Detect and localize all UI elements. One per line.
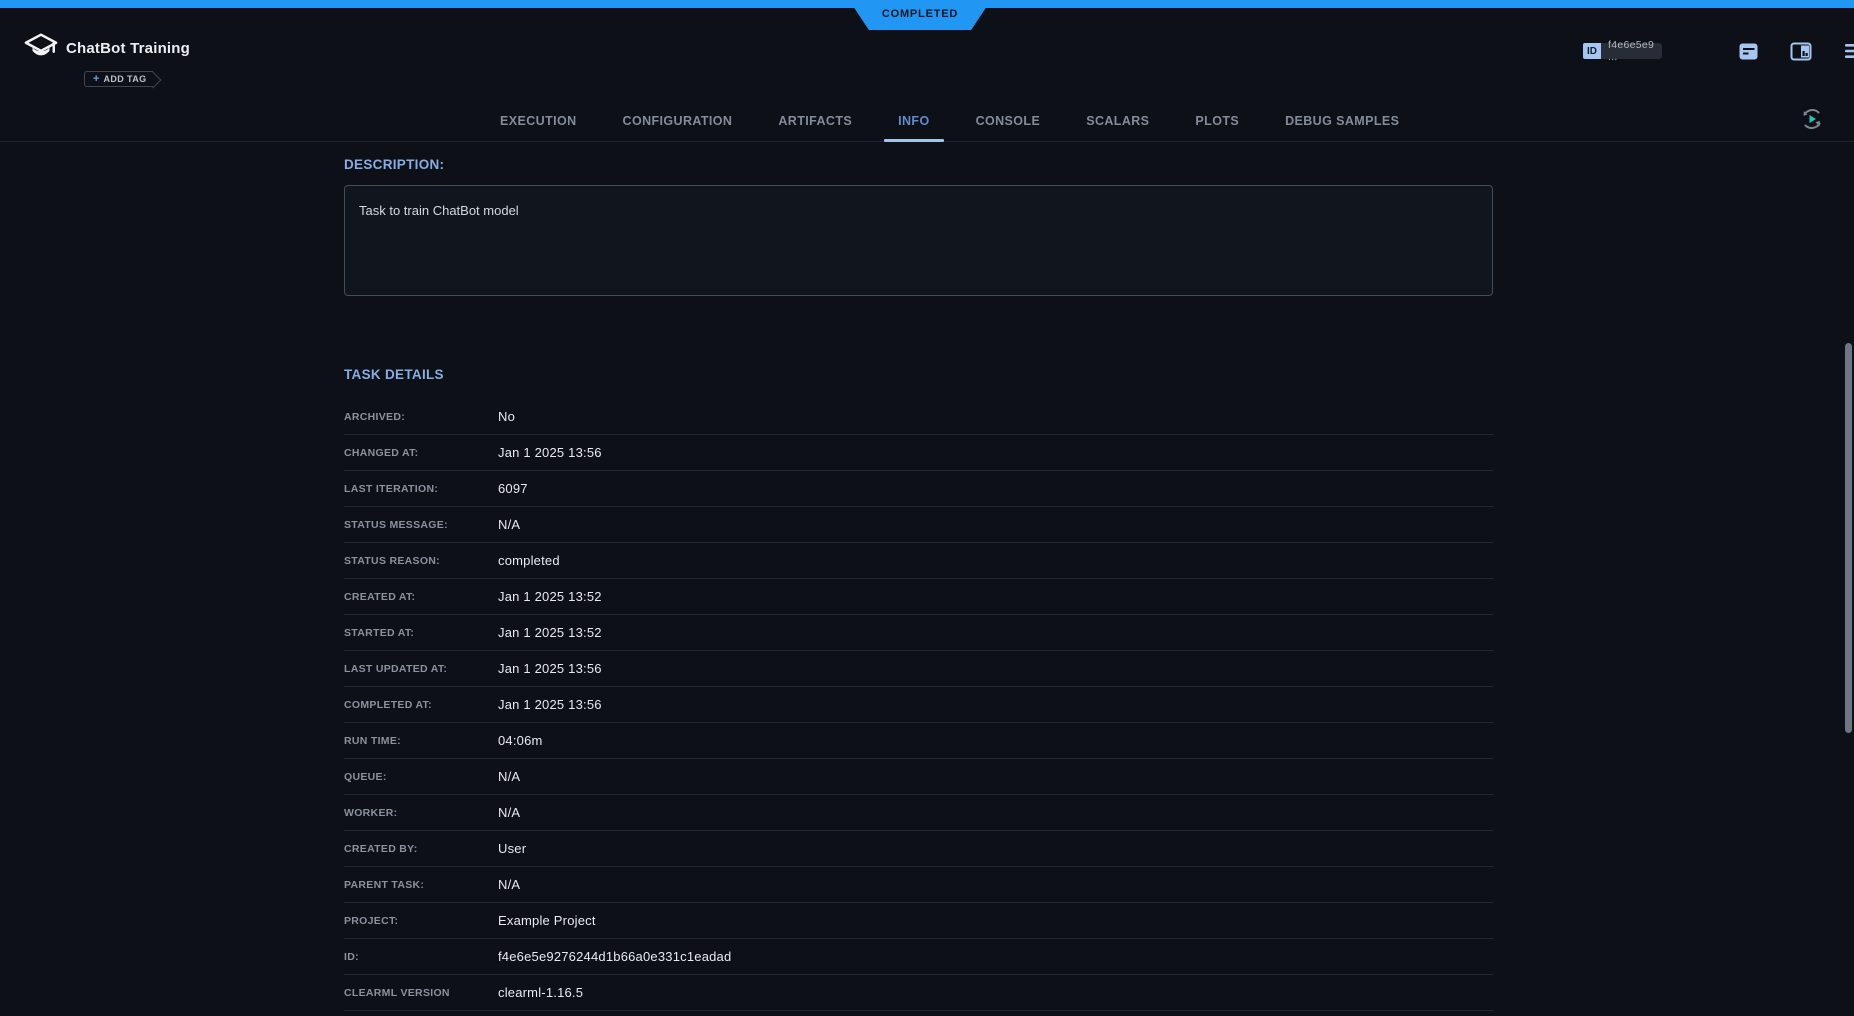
description-heading: DESCRIPTION: xyxy=(344,157,444,172)
detail-row: RUN TIME: 04:06m xyxy=(344,723,1493,759)
plus-icon: + xyxy=(93,74,99,85)
detail-value: N/A xyxy=(498,517,520,532)
detail-label: PROJECT: xyxy=(344,915,498,927)
id-badge: ID xyxy=(1583,43,1601,59)
tab-info[interactable]: INFO xyxy=(884,100,943,142)
task-title[interactable]: ChatBot Training xyxy=(66,40,190,57)
comments-button[interactable] xyxy=(1738,41,1759,62)
detail-row: STARTED AT: Jan 1 2025 13:52 xyxy=(344,615,1493,651)
task-id-chip[interactable]: f4e6e5e9 ... xyxy=(1601,43,1662,59)
tab-debug-samples[interactable]: DEBUG SAMPLES xyxy=(1271,100,1413,142)
detail-label: COMPLETED AT: xyxy=(344,699,498,711)
detail-label: CREATED BY: xyxy=(344,843,498,855)
detail-label: CREATED AT: xyxy=(344,591,498,603)
tab-configuration[interactable]: CONFIGURATION xyxy=(609,100,747,142)
tab-artifacts[interactable]: ARTIFACTS xyxy=(764,100,866,142)
detail-label: PARENT TASK: xyxy=(344,879,498,891)
detail-row: LAST ITERATION: 6097 xyxy=(344,471,1493,507)
menu-button[interactable] xyxy=(1844,43,1854,59)
detail-row: ARCHIVED: No xyxy=(344,399,1493,435)
notes-icon xyxy=(1738,41,1759,62)
detail-value: Jan 1 2025 13:52 xyxy=(498,589,602,604)
detail-label: CLEARML VERSION xyxy=(344,987,498,999)
detail-row: PROJECT: Example Project xyxy=(344,903,1493,939)
detail-value: Example Project xyxy=(498,913,596,928)
tab-console[interactable]: CONSOLE xyxy=(962,100,1055,142)
vertical-scrollbar-thumb[interactable] xyxy=(1845,343,1852,733)
detail-value: completed xyxy=(498,553,560,568)
detail-value: Jan 1 2025 13:56 xyxy=(498,661,602,676)
split-view-icon xyxy=(1790,41,1812,62)
add-tag-button[interactable]: + ADD TAG xyxy=(84,71,153,87)
detail-value: f4e6e5e9276244d1b66a0e331c1eadad xyxy=(498,949,731,964)
tab-bar: EXECUTION CONFIGURATION ARTIFACTS INFO CONSO… xyxy=(486,100,1413,142)
detail-label: STATUS REASON: xyxy=(344,555,498,567)
auto-refresh-icon xyxy=(1800,107,1824,131)
detail-label: CHANGED AT: xyxy=(344,447,498,459)
detail-value: Jan 1 2025 13:56 xyxy=(498,697,602,712)
detail-value: clearml-1.16.5 xyxy=(498,985,583,1000)
detail-value: Jan 1 2025 13:52 xyxy=(498,625,602,640)
detail-row: PARENT TASK: N/A xyxy=(344,867,1493,903)
detail-row: ID: f4e6e5e9276244d1b66a0e331c1eadad xyxy=(344,939,1493,975)
task-details-heading: TASK DETAILS xyxy=(344,367,444,382)
task-type-training-icon xyxy=(24,33,58,61)
details-panel-button[interactable] xyxy=(1790,41,1812,62)
status-badge: COMPLETED xyxy=(849,0,991,30)
detail-value: Jan 1 2025 13:56 xyxy=(498,445,602,460)
detail-row: CREATED BY: User xyxy=(344,831,1493,867)
detail-label: STARTED AT: xyxy=(344,627,498,639)
description-textarea[interactable]: Task to train ChatBot model xyxy=(344,185,1493,296)
detail-label: QUEUE: xyxy=(344,771,498,783)
detail-row: STATUS MESSAGE: N/A xyxy=(344,507,1493,543)
detail-row: COMPLETED AT: Jan 1 2025 13:56 xyxy=(344,687,1493,723)
detail-label: ARCHIVED: xyxy=(344,411,498,423)
add-tag-label: ADD TAG xyxy=(103,75,146,84)
detail-label: RUN TIME: xyxy=(344,735,498,747)
detail-label: ID: xyxy=(344,951,498,963)
detail-value: N/A xyxy=(498,769,520,784)
detail-value: No xyxy=(498,409,515,424)
detail-label: LAST UPDATED AT: xyxy=(344,663,498,675)
detail-value: N/A xyxy=(498,805,520,820)
auto-refresh-button[interactable] xyxy=(1800,107,1824,131)
detail-row: QUEUE: N/A xyxy=(344,759,1493,795)
tab-execution[interactable]: EXECUTION xyxy=(486,100,591,142)
tab-plots[interactable]: PLOTS xyxy=(1181,100,1253,142)
detail-row: WORKER: N/A xyxy=(344,795,1493,831)
detail-value: N/A xyxy=(498,877,520,892)
detail-row: LAST UPDATED AT: Jan 1 2025 13:56 xyxy=(344,651,1493,687)
task-details-list: ARCHIVED: No CHANGED AT: Jan 1 2025 13:5… xyxy=(344,399,1493,1011)
detail-value: 04:06m xyxy=(498,733,543,748)
hamburger-menu-icon xyxy=(1844,43,1854,59)
detail-label: LAST ITERATION: xyxy=(344,483,498,495)
detail-value: 6097 xyxy=(498,481,528,496)
detail-row: CHANGED AT: Jan 1 2025 13:56 xyxy=(344,435,1493,471)
tab-scalars[interactable]: SCALARS xyxy=(1072,100,1163,142)
detail-label: WORKER: xyxy=(344,807,498,819)
detail-row: CLEARML VERSION clearml-1.16.5 xyxy=(344,975,1493,1011)
detail-row: STATUS REASON: completed xyxy=(344,543,1493,579)
detail-row: CREATED AT: Jan 1 2025 13:52 xyxy=(344,579,1493,615)
detail-value: User xyxy=(498,841,526,856)
detail-label: STATUS MESSAGE: xyxy=(344,519,498,531)
